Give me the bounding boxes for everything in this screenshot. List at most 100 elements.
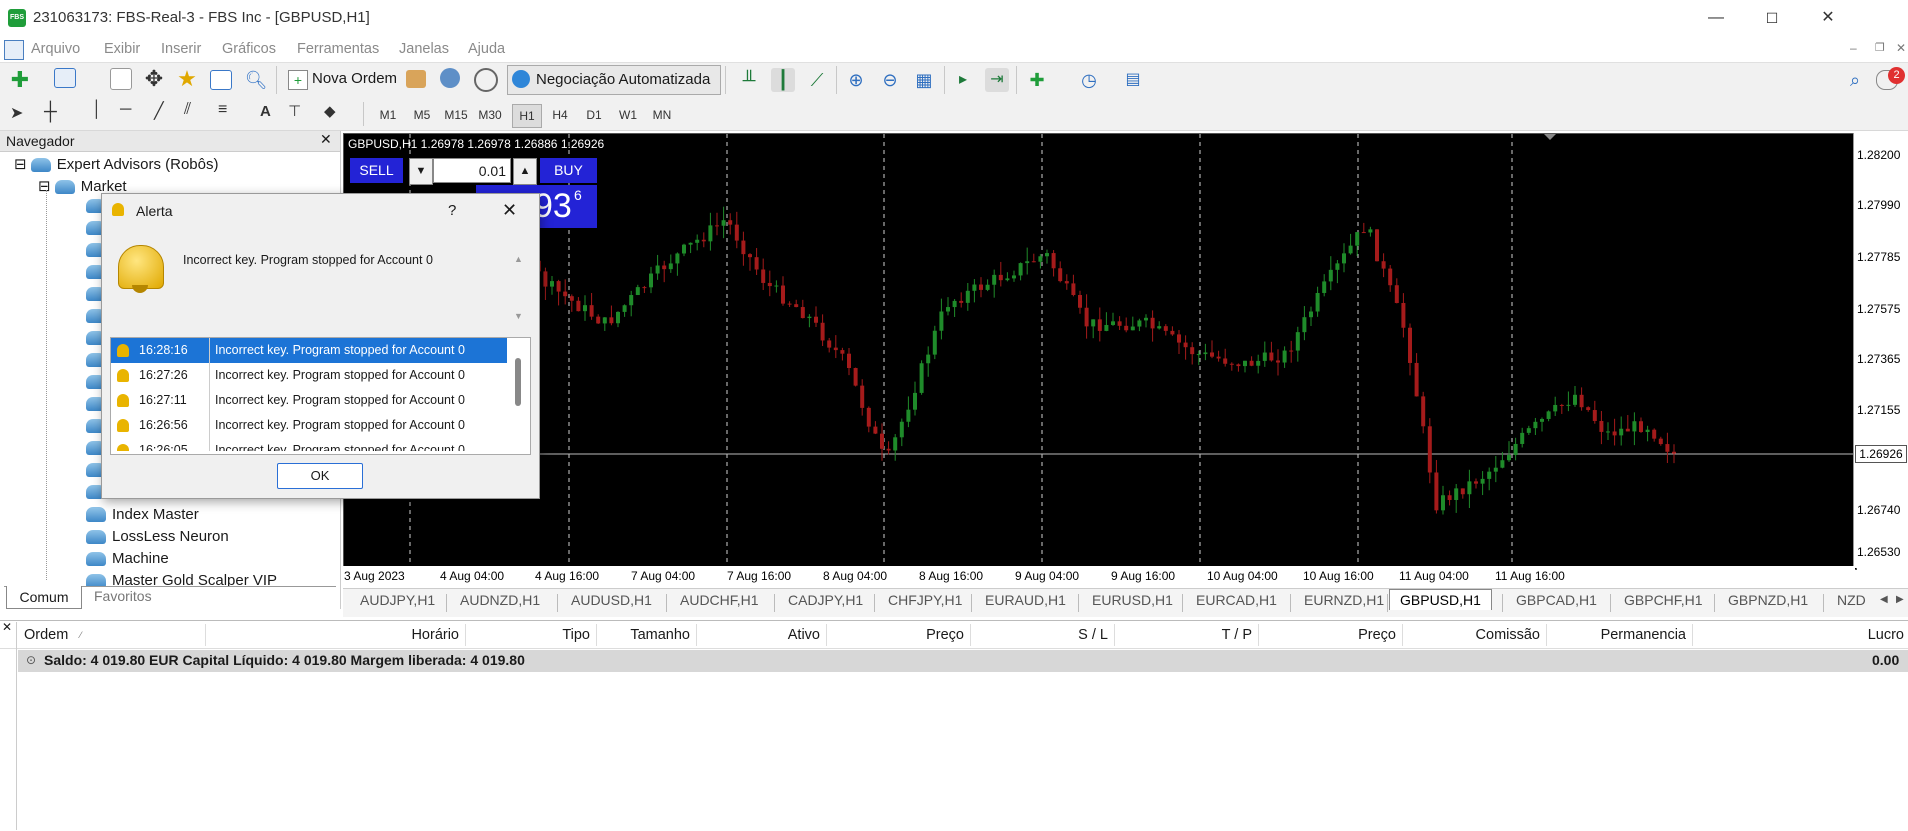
alert-ok-button[interactable]: OK (277, 463, 363, 489)
chart-tab[interactable]: CADJPY,H1 (788, 592, 863, 608)
column-header[interactable]: Preço (926, 627, 964, 643)
column-header[interactable]: Ativo (788, 627, 820, 643)
maximize-button[interactable]: ☐ (1744, 0, 1800, 36)
column-header[interactable]: Permanencia (1601, 627, 1686, 643)
autoscroll-icon[interactable]: ▸ (951, 68, 975, 92)
navigator-icon[interactable] (210, 70, 232, 90)
minimize-button[interactable]: — (1688, 0, 1744, 36)
chart-tab[interactable]: GBPCHF,H1 (1624, 592, 1703, 608)
column-header[interactable]: Preço (1358, 627, 1396, 643)
menu-ajuda[interactable]: Ajuda (468, 41, 505, 57)
fibonacci-icon[interactable]: ≡ (218, 101, 227, 119)
column-header[interactable]: Tamanho (630, 627, 690, 643)
crosshair-icon[interactable]: ┼ (44, 101, 57, 122)
menu-graficos[interactable]: Gráficos (222, 41, 276, 57)
timeframe-w1[interactable]: W1 (614, 104, 642, 126)
timeframe-m1[interactable]: M1 (374, 104, 402, 126)
column-header[interactable]: Horário (411, 627, 459, 643)
templates-icon[interactable]: ▤ (1121, 68, 1145, 92)
chart-tab[interactable]: NZD (1837, 592, 1866, 608)
chart-tab[interactable]: AUDUSD,H1 (571, 592, 652, 608)
navigator-item[interactable]: LossLess Neuron (86, 528, 229, 550)
lot-size-input[interactable]: 0.01 (433, 158, 511, 183)
chart-tab[interactable]: AUDCHF,H1 (680, 592, 759, 608)
timeframe-m5[interactable]: M5 (408, 104, 436, 126)
column-header[interactable]: Tipo (562, 627, 590, 643)
tabs-scroll-left-icon[interactable]: ◀ (1880, 594, 1888, 605)
menu-janelas[interactable]: Janelas (399, 41, 449, 57)
menu-exibir[interactable]: Exibir (104, 41, 140, 57)
line-chart-icon[interactable]: ⟋ (805, 68, 829, 92)
indicators-icon[interactable]: ✚ (1025, 68, 1049, 92)
timeframe-h1[interactable]: H1 (512, 104, 542, 128)
alert-row[interactable]: 16:27:26 Incorrect key. Program stopped … (111, 363, 507, 388)
column-header[interactable]: Lucro (1868, 627, 1904, 643)
chart-shift-icon[interactable]: ⇥ (985, 68, 1009, 92)
chart-tab[interactable]: EURUSD,H1 (1092, 592, 1173, 608)
timeframe-mn[interactable]: MN (648, 104, 676, 126)
timeframe-m30[interactable]: M30 (476, 104, 504, 126)
chart-tab[interactable]: EURNZD,H1 (1304, 592, 1384, 608)
sell-button[interactable]: SELL (350, 158, 403, 183)
new-order-button[interactable]: + Nova Ordem (284, 66, 404, 94)
alert-close-icon[interactable]: ✕ (502, 200, 517, 221)
alert-row[interactable]: 16:28:16 Incorrect key. Program stopped … (111, 338, 507, 363)
close-window-button[interactable]: ✕ (1800, 0, 1856, 36)
tester-icon[interactable]: 🔍︎ (244, 68, 268, 92)
menu-ferramentas[interactable]: Ferramentas (297, 41, 379, 57)
chart-tab[interactable]: GBPCAD,H1 (1516, 592, 1597, 608)
alert-row[interactable]: 16:26:56 Incorrect key. Program stopped … (111, 413, 507, 438)
periods-clock-icon[interactable]: ◷ (1077, 68, 1101, 92)
column-header[interactable]: S / L (1078, 627, 1108, 643)
chart-tab[interactable]: AUDJPY,H1 (360, 592, 435, 608)
bar-chart-icon[interactable]: ╨ (737, 68, 761, 92)
mdi-restore-icon[interactable]: ❐ (1875, 41, 1885, 54)
tabs-scroll-right-icon[interactable]: ▶ (1896, 594, 1904, 605)
lot-increase-icon[interactable]: ▲ (513, 158, 537, 185)
menu-arquivo[interactable]: Arquivo (31, 41, 80, 57)
chart-tab[interactable]: GBPNZD,H1 (1728, 592, 1808, 608)
shapes-icon[interactable]: ◆ (324, 102, 336, 120)
text-tool-icon[interactable]: A (260, 103, 271, 120)
horizontal-line-icon[interactable]: ─ (120, 101, 131, 119)
mdi-close-icon[interactable]: ✕ (1896, 41, 1906, 55)
chart-tab[interactable]: EURCAD,H1 (1196, 592, 1277, 608)
tab-favoritos[interactable]: Favoritos (94, 588, 152, 604)
message-scroll-down-icon[interactable]: ▼ (514, 311, 523, 321)
timeframe-h4[interactable]: H4 (546, 104, 574, 126)
zoom-in-icon[interactable]: ⊕ (844, 68, 868, 92)
navigator-close-icon[interactable]: ✕ (320, 131, 332, 148)
search-icon[interactable]: ⌕ (1843, 68, 1867, 92)
trendline-icon[interactable]: ╱ (154, 101, 164, 121)
vps-icon[interactable] (474, 68, 498, 92)
alert-help-button[interactable]: ? (448, 202, 456, 219)
profiles-icon[interactable] (54, 68, 76, 88)
timeframe-m15[interactable]: M15 (442, 104, 470, 126)
new-chart-icon[interactable]: ✚ (8, 68, 32, 92)
candlestick-chart-icon[interactable]: ┃ (771, 68, 795, 92)
column-header[interactable]: Comissão (1476, 627, 1540, 643)
buy-button[interactable]: BUY (540, 158, 597, 183)
navigator-item[interactable]: Machine (86, 550, 169, 572)
menu-inserir[interactable]: Inserir (161, 41, 201, 57)
zoom-out-icon[interactable]: ⊖ (878, 68, 902, 92)
chart-tab[interactable]: CHFJPY,H1 (888, 592, 962, 608)
crosshair-move-icon[interactable]: ✥ (142, 67, 166, 91)
market-watch-icon[interactable] (110, 68, 132, 90)
tab-comum[interactable]: Comum (6, 586, 82, 609)
column-header[interactable]: Ordem (24, 627, 68, 643)
cursor-icon[interactable]: ➤ (10, 103, 23, 123)
mdi-minimize-icon[interactable]: – (1850, 41, 1857, 55)
chart-tab[interactable]: EURAUD,H1 (985, 592, 1066, 608)
favorites-star-icon[interactable]: ★ (175, 67, 199, 91)
navigator-root-ea[interactable]: ⊟ Expert Advisors (Robôs) (14, 155, 218, 177)
alert-list-scrollbar[interactable] (515, 358, 521, 406)
tile-windows-icon[interactable]: ▦ (912, 68, 936, 92)
lot-decrease-icon[interactable]: ▼ (409, 158, 433, 185)
chart-tab[interactable]: AUDNZD,H1 (460, 592, 540, 608)
alert-row[interactable]: 16:26:05 Incorrect key. Program stopped … (111, 438, 507, 451)
navigator-item[interactable]: Master Gold Scalper VIP (86, 572, 277, 586)
signals-icon[interactable] (440, 68, 460, 88)
message-scroll-up-icon[interactable]: ▲ (514, 254, 523, 264)
column-header[interactable]: T / P (1222, 627, 1252, 643)
